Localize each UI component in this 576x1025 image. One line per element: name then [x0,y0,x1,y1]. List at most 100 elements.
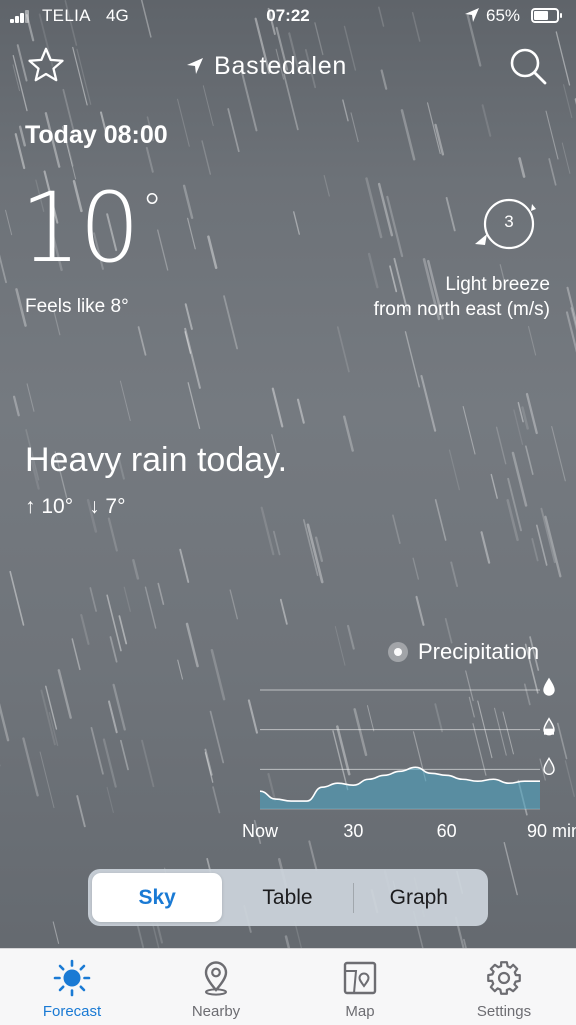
rain-streak [147,148,153,172]
rain-streak [188,383,199,429]
rain-streak [367,179,382,237]
rain-streak [393,515,400,543]
rain-streak [417,597,424,625]
wind-strength: Light breeze [374,272,550,297]
rain-streak [508,500,518,540]
rain-streak [514,410,523,444]
rain-streak [556,32,569,85]
rain-streak [133,560,138,578]
rain-streak [180,550,188,582]
rain-streak [158,584,163,605]
rain-streak [274,532,280,555]
rain-streak [73,47,87,104]
degree-symbol: ° [142,186,160,232]
high-low-temperatures: ↑ 10° ↓ 7° [25,495,126,519]
search-icon[interactable] [508,46,548,86]
precipitation-chart[interactable] [250,674,570,824]
rain-streak [124,587,130,611]
rain-streak [0,703,8,740]
x-tick-label: 30 [343,821,363,842]
wind-speed-value: 3 [497,212,521,232]
rain-streak [382,71,387,89]
weather-summary: Heavy rain today. [25,441,287,480]
rain-streak [186,304,192,329]
tab-nearby[interactable]: Nearby [161,959,271,1020]
rain-streak [178,660,183,679]
rain-streak [228,109,239,151]
rain-streak [13,65,19,91]
rain-streak [119,616,126,643]
rain-streak [10,572,23,625]
rain-streak [541,509,554,562]
rain-streak [545,517,560,577]
tab-label-settings: Settings [477,1003,531,1020]
rain-streak [281,600,287,624]
rain-streak [185,332,190,353]
drop-level-fill [544,729,554,735]
gear-icon [485,959,523,997]
rain-streak [298,400,304,423]
location-title[interactable]: Bastedalen [186,50,347,82]
x-tick-label: 60 [437,821,457,842]
segment-sky[interactable]: Sky [92,873,222,922]
temperature-value: 10 [20,172,138,284]
precipitation-dot-icon [388,642,408,662]
rain-streak [142,741,153,787]
rain-streak [526,446,533,474]
rain-streak [304,520,318,575]
tab-bar: Forecast Nearby Map Settings [0,948,576,1025]
rain-streak [107,595,121,650]
rain-streak [14,397,19,415]
rain-streak [532,539,537,561]
rain-streak [436,125,443,154]
precipitation-label: Precipitation [418,639,539,665]
tab-label-forecast: Forecast [43,1003,101,1020]
rain-streak [508,479,521,531]
rain-streak [402,110,414,159]
precipitation-area [260,767,540,809]
rain-streak [90,588,96,611]
map-icon [341,959,379,997]
segment-table[interactable]: Table [222,873,352,922]
rain-streak [564,85,572,118]
wind-description: Light breeze from north east (m/s) [374,272,550,322]
rain-streak [107,787,113,812]
rain-streak [16,134,24,168]
rain-streak [343,100,348,121]
rain-streak [286,937,291,948]
rain-streak [49,713,57,746]
rain-streak [208,237,216,268]
map-pin-icon [197,959,235,997]
x-tick-label: 90 min [527,821,576,842]
rain-streak [27,384,34,411]
tab-map[interactable]: Map [305,959,415,1020]
tab-settings[interactable]: Settings [449,959,559,1020]
rain-streak [405,332,419,387]
rain-streak [230,590,237,619]
rain-streak [482,532,490,562]
rain-streak [518,403,523,422]
rain-streak [464,940,470,948]
star-icon[interactable] [27,46,65,84]
rain-streak [351,113,358,142]
tab-label-map: Map [345,1003,374,1020]
rain-streak [109,701,117,732]
tab-forecast[interactable]: Forecast [17,959,127,1020]
rain-streak [338,327,349,371]
rain-streak [205,753,212,782]
rain-streak [463,407,475,454]
rain-streak [447,198,455,231]
rain-streak [483,105,491,136]
rain-streak [262,508,274,554]
rain-streak [549,159,555,185]
high-temperature: ↑ 10° [25,495,73,519]
rain-streak [413,558,418,579]
rain-streak [491,475,497,499]
rain-streak [348,626,354,649]
rain-streak [213,787,219,812]
segment-graph[interactable]: Graph [354,873,484,922]
rain-streak [527,394,537,433]
rain-streak [184,186,192,218]
rain-streak [451,562,457,586]
rain-streak [91,728,102,774]
